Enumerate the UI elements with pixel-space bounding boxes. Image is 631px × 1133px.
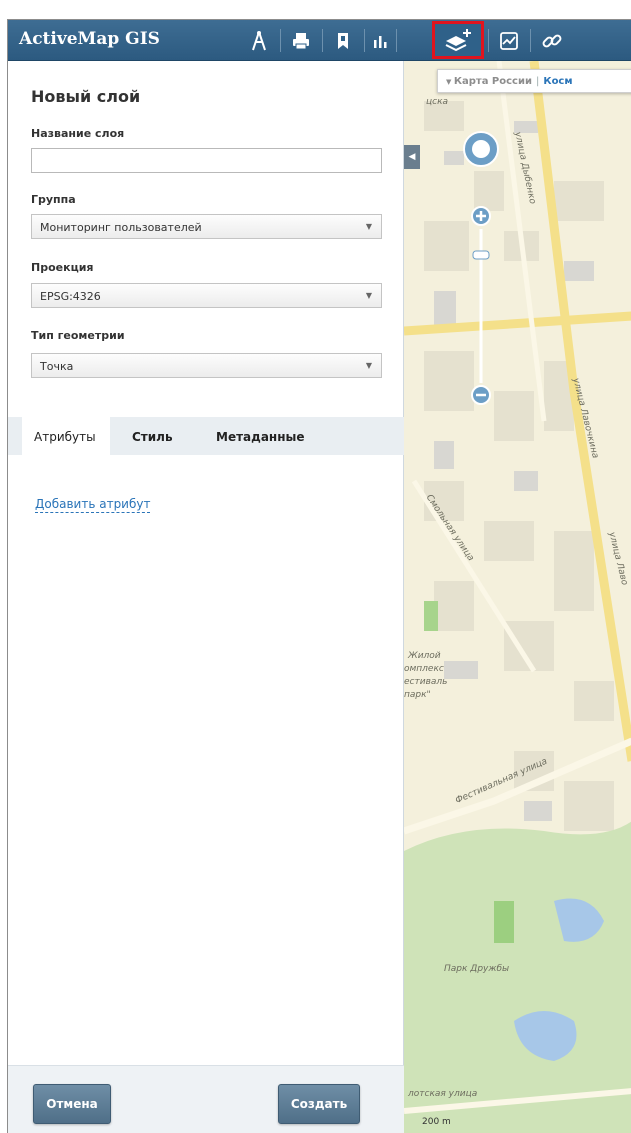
panel-footer: Отмена Создать: [8, 1065, 404, 1133]
app-window: ActiveMap GIS Новый слой Название слоя Г…: [7, 19, 631, 1133]
map-label: лотская улица: [408, 1089, 478, 1099]
link-icon: [542, 34, 562, 47]
add-layer-button[interactable]: [432, 21, 484, 59]
print-button[interactable]: [284, 24, 318, 57]
toolbar-separator: [396, 29, 397, 52]
add-layer-icon: [445, 29, 471, 52]
toolbar-separator: [488, 29, 489, 52]
line-chart-icon: [500, 31, 518, 50]
dropdown-arrow-icon: ▼: [365, 291, 372, 300]
toolbar-separator: [530, 29, 531, 52]
map-view[interactable]: ▼ Карта России | Косм ◀ цска улица Дыбенко…: [404, 61, 631, 1133]
new-layer-panel: Новый слой Название слоя Группа Монитори…: [8, 61, 404, 1133]
chevron-down-icon: ▼: [446, 78, 454, 86]
map-label: омплекс: [404, 664, 444, 674]
geometry-type-select[interactable]: Точка ▼: [31, 353, 382, 378]
bar-chart-button[interactable]: [366, 24, 394, 57]
line-chart-button[interactable]: [492, 24, 526, 57]
layer-name-label: Название слоя: [31, 127, 125, 140]
geometry-type-select-value: Точка: [40, 360, 74, 373]
link-button[interactable]: [535, 24, 569, 57]
toolbar-separator: [322, 29, 323, 52]
panel-title: Новый слой: [31, 87, 141, 106]
projection-label: Проекция: [31, 261, 94, 274]
basemap-russia-option[interactable]: Карта России: [454, 76, 532, 87]
projection-select-value: EPSG:4326: [40, 290, 101, 303]
scale-bar: 200 m: [422, 1117, 451, 1127]
tabs-bar: Атрибуты Стиль Метаданные: [8, 417, 404, 455]
layer-name-input[interactable]: [31, 148, 382, 173]
dropdown-arrow-icon: ▼: [365, 222, 372, 231]
map-label: цска: [426, 97, 449, 107]
map-label: естиваль: [404, 677, 448, 687]
projection-select[interactable]: EPSG:4326 ▼: [31, 283, 382, 308]
print-icon: [293, 32, 309, 49]
tab-style[interactable]: Стиль: [132, 417, 173, 455]
collapse-panel-button[interactable]: ◀: [404, 145, 420, 169]
app-title: ActiveMap GIS: [19, 29, 160, 49]
basemap-satellite-option[interactable]: Косм: [543, 76, 572, 87]
map-label: парк": [404, 690, 431, 700]
group-select[interactable]: Мониторинг пользователей ▼: [31, 214, 382, 239]
dropdown-arrow-icon: ▼: [365, 361, 372, 370]
bookmark-icon: [338, 32, 348, 49]
basemap-switcher[interactable]: ▼ Карта России | Косм: [437, 69, 631, 93]
toolbar-separator: [280, 29, 281, 52]
bar-chart-icon: [374, 35, 387, 48]
group-select-value: Мониторинг пользователей: [40, 221, 202, 234]
add-attribute-link[interactable]: Добавить атрибут: [35, 497, 151, 513]
map-canvas: [404, 61, 631, 1133]
chevron-left-icon: ◀: [408, 152, 416, 162]
compass-icon: [252, 30, 266, 50]
tab-attributes[interactable]: Атрибуты: [22, 417, 110, 455]
tab-metadata[interactable]: Метаданные: [216, 417, 305, 455]
geometry-type-label: Тип геометрии: [31, 329, 125, 342]
group-label: Группа: [31, 193, 76, 206]
map-label: Жилой: [408, 651, 441, 661]
bookmark-button[interactable]: [326, 24, 360, 57]
cancel-button[interactable]: Отмена: [33, 1084, 111, 1124]
top-toolbar: ActiveMap GIS: [8, 20, 631, 61]
create-button[interactable]: Создать: [278, 1084, 360, 1124]
toolbar-separator: [364, 29, 365, 52]
compass-button[interactable]: [242, 24, 276, 57]
map-label: Парк Дружбы: [444, 964, 510, 974]
